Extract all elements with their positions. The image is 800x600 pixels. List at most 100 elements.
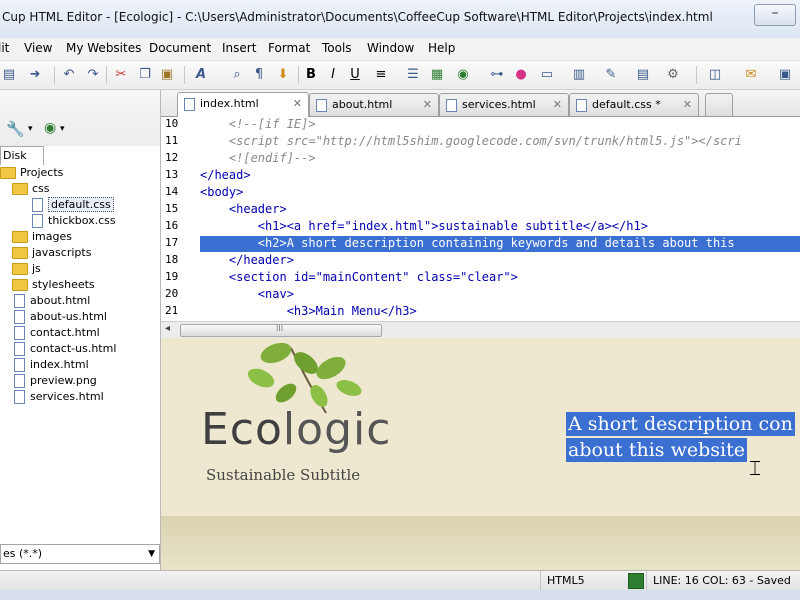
tree-file-about-us-html[interactable]: about-us.html [14, 309, 107, 325]
cut-icon[interactable]: ✂ [112, 66, 130, 84]
list-icon[interactable]: ☰ [404, 66, 422, 84]
tree-folder-projects[interactable]: Projects [0, 165, 63, 181]
menu-my-websites[interactable]: My Websites [66, 41, 141, 55]
line-number: 16 [165, 219, 179, 232]
toolbar-separator [54, 66, 55, 84]
tab-default-css[interactable]: default.css * ✕ [569, 93, 699, 116]
doc-icon[interactable]: ▤ [634, 66, 652, 84]
gear-icon[interactable]: ⚙ [664, 66, 682, 84]
align-icon[interactable]: ≡ [372, 66, 390, 84]
frame-icon[interactable]: ◫ [706, 66, 724, 84]
menu-document[interactable]: Document [149, 41, 211, 55]
file-icon [14, 310, 25, 324]
color-icon[interactable]: ● [512, 66, 530, 84]
close-icon[interactable]: ✕ [683, 94, 692, 116]
wrench-icon[interactable]: 🔧 [6, 120, 25, 138]
code-line[interactable]: <h3>Main Menu</h3> [200, 304, 417, 318]
find-icon[interactable]: ⌕ [228, 66, 246, 84]
tree-file-services-html[interactable]: services.html [14, 389, 104, 405]
file-icon [32, 214, 43, 228]
menu-window[interactable]: Window [367, 41, 414, 55]
code-line[interactable]: <header> [200, 202, 287, 216]
file-icon [32, 198, 43, 212]
selected-text-line: A short description con [566, 412, 795, 436]
file-icon [14, 342, 25, 356]
paragraph-icon[interactable]: ¶ [250, 66, 268, 84]
menu-insert[interactable]: Insert [222, 41, 256, 55]
paste-icon[interactable]: ▣ [158, 66, 176, 84]
layout-icon[interactable]: ▥ [570, 66, 588, 84]
preview-icon[interactable]: ▣ [776, 66, 794, 84]
globe-icon[interactable]: ◉ [454, 66, 472, 84]
globe-icon[interactable]: ◉ [44, 120, 56, 136]
insert-icon[interactable]: ⬇ [274, 66, 292, 84]
code-line[interactable]: </header> [200, 253, 294, 267]
menu-view[interactable]: View [24, 41, 52, 55]
link-icon[interactable]: ⊶ [488, 66, 506, 84]
code-line[interactable]: <script src="http://html5shim.googlecode… [200, 134, 742, 148]
code-line[interactable]: </head> [200, 168, 251, 182]
menu-format[interactable]: Format [268, 41, 310, 55]
line-number: 19 [165, 270, 179, 283]
table-icon[interactable]: ▦ [428, 66, 446, 84]
scroll-left-icon[interactable]: ◂ [165, 323, 170, 334]
close-icon[interactable]: ✕ [293, 93, 302, 115]
tree-file-thickbox-css[interactable]: thickbox.css [32, 213, 116, 229]
undo-icon[interactable]: ↶ [60, 66, 78, 84]
italic-icon[interactable]: I [324, 66, 342, 84]
new-icon[interactable]: ▤ [0, 66, 18, 84]
tree-file-contact-us-html[interactable]: contact-us.html [14, 341, 116, 357]
file-filter-select[interactable]: es (*.*) ▼ [0, 544, 160, 564]
save-icon[interactable] [628, 573, 644, 589]
bold-icon[interactable]: B [302, 66, 320, 84]
code-line[interactable]: <h2>A short description containing keywo… [200, 236, 735, 250]
code-line[interactable]: <h1><a href="index.html">sustainable sub… [200, 219, 648, 233]
open-icon[interactable]: ➜ [26, 66, 44, 84]
menu-help[interactable]: Help [428, 41, 455, 55]
code-editor[interactable]: 10 11 12 13 14 15 16 17 18 19 20 21 <!--[if IE]> <s… [161, 117, 800, 321]
code-line[interactable]: <!--[if IE]> [200, 117, 316, 131]
tab-about-html[interactable]: about.html ✕ [309, 93, 439, 116]
tab-index-html[interactable]: index.html ✕ [177, 92, 309, 117]
code-line[interactable]: <section id="mainContent" class="clear"> [200, 270, 518, 284]
tree-file-default-css[interactable]: default.css [32, 197, 114, 213]
box-icon[interactable]: ▭ [538, 66, 556, 84]
toolbar-separator [298, 66, 299, 84]
close-icon[interactable]: ✕ [553, 94, 562, 116]
edit-icon[interactable]: ✎ [602, 66, 620, 84]
code-line[interactable]: <nav> [200, 287, 294, 301]
tree-folder-css[interactable]: css [12, 181, 50, 197]
menu-edit[interactable]: lit [0, 41, 9, 55]
font-icon[interactable]: A [192, 66, 210, 84]
chevron-down-icon[interactable]: ▾ [28, 124, 33, 134]
code-line[interactable]: <![endif]--> [200, 151, 316, 165]
folder-icon [0, 167, 16, 179]
minimize-button[interactable]: – [754, 4, 796, 26]
tree-file-index-html[interactable]: index.html [14, 357, 89, 373]
code-line[interactable]: <body> [200, 185, 243, 199]
publish-icon[interactable]: ✉ [742, 66, 760, 84]
tree-folder-javascripts[interactable]: javascripts [12, 245, 91, 261]
tab-services-html[interactable]: services.html ✕ [439, 93, 569, 116]
redo-icon[interactable]: ↷ [84, 66, 102, 84]
selected-description[interactable]: A short description con about this websi… [566, 412, 800, 466]
window-bottom-edge [0, 590, 800, 600]
menu-tools[interactable]: Tools [322, 41, 352, 55]
chevron-down-icon[interactable]: ▾ [60, 124, 65, 134]
copy-icon[interactable]: ❐ [136, 66, 154, 84]
toolbar-separator [696, 66, 697, 84]
file-icon [14, 390, 25, 404]
tree-file-about-html[interactable]: about.html [14, 293, 90, 309]
new-tab-button[interactable] [705, 93, 733, 116]
close-icon[interactable]: ✕ [423, 94, 432, 116]
scrollbar-thumb[interactable]: III [180, 324, 382, 337]
tree-file-contact-html[interactable]: contact.html [14, 325, 100, 341]
horizontal-scrollbar[interactable]: ◂ III [161, 321, 800, 339]
tree-file-preview-png[interactable]: preview.png [14, 373, 97, 389]
tree-folder-stylesheets[interactable]: stylesheets [12, 277, 95, 293]
chevron-down-icon: ▼ [148, 549, 155, 559]
tree-folder-images[interactable]: images [12, 229, 72, 245]
tab-disk[interactable]: Disk [0, 146, 44, 165]
underline-icon[interactable]: U [346, 66, 364, 84]
tree-folder-js[interactable]: js [12, 261, 41, 277]
